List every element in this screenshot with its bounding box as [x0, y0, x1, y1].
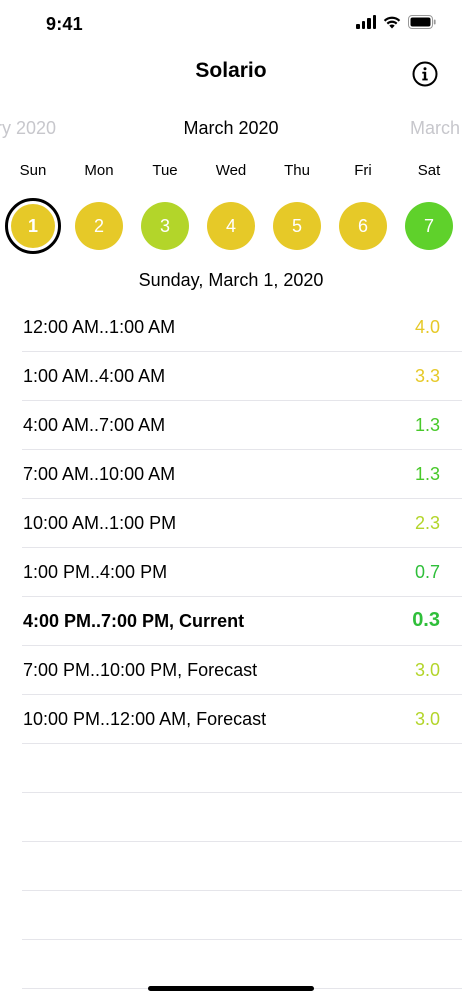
wifi-icon [383, 15, 401, 29]
empty-list-row [0, 793, 462, 842]
weekday-header: Sun Mon Tue Wed Thu Fri Sat [0, 162, 462, 184]
day-button[interactable]: 2 [75, 202, 123, 250]
list-item[interactable]: 7:00 PM..10:00 PM, Forecast 3.0 [0, 646, 462, 695]
time-range-label: 4:00 AM..7:00 AM [23, 415, 166, 435]
page-title: Solario [195, 59, 267, 82]
uv-index-value: 1.3 [414, 415, 440, 435]
uv-index-value: 2.3 [414, 513, 440, 533]
day-number: 7 [423, 215, 434, 236]
day-number: 4 [225, 215, 236, 236]
list-item[interactable]: 12:00 AM..1:00 AM 4.0 [0, 303, 462, 352]
time-range-label: 12:00 AM..1:00 AM [23, 317, 176, 337]
day-number: 1 [11, 204, 55, 248]
month-picker[interactable]: ry 2020 March 2020 March [0, 116, 462, 142]
empty-list-row [0, 891, 462, 940]
day-selector: 1 2 3 4 5 6 7 [0, 198, 462, 254]
time-range-label: 4:00 PM..7:00 PM, Current [23, 611, 245, 631]
weekday-label: Sat [417, 162, 441, 179]
weekday-label: Wed [215, 162, 247, 179]
weekday-label: Fri [354, 162, 372, 179]
status-time: 9:41 [46, 14, 83, 34]
home-indicator[interactable] [148, 986, 314, 991]
info-circle-icon[interactable] [412, 61, 438, 87]
uv-index-value: 1.3 [414, 464, 440, 484]
uv-index-value: 0.7 [414, 562, 440, 582]
day-button[interactable]: 4 [207, 202, 255, 250]
day-button[interactable]: 3 [141, 202, 189, 250]
uv-index-value: 3.0 [414, 660, 440, 680]
weekday-label: Tue [152, 162, 178, 179]
empty-list-row [0, 744, 462, 793]
uv-index-value: 3.3 [414, 366, 440, 386]
day-button[interactable]: 1 [5, 198, 61, 254]
uv-index-value: 3.0 [414, 709, 440, 729]
day-number: 5 [291, 215, 302, 236]
list-item[interactable]: 10:00 AM..1:00 PM 2.3 [0, 499, 462, 548]
day-button[interactable]: 6 [339, 202, 387, 250]
list-item[interactable]: 7:00 AM..10:00 AM 1.3 [0, 450, 462, 499]
weekday-label: Thu [284, 162, 310, 179]
current-month: March 2020 [183, 118, 279, 138]
empty-list-row [0, 940, 462, 989]
cellular-signal-icon [356, 15, 376, 29]
battery-icon [408, 15, 436, 29]
time-range-label: 1:00 PM..4:00 PM [23, 562, 168, 582]
day-number: 2 [93, 215, 104, 236]
list-item[interactable]: 1:00 AM..4:00 AM 3.3 [0, 352, 462, 401]
time-range-label: 10:00 AM..1:00 PM [23, 513, 177, 533]
status-bar: 9:41 [0, 0, 462, 50]
time-range-label: 7:00 PM..10:00 PM, Forecast [23, 660, 258, 680]
list-item[interactable]: 4:00 AM..7:00 AM 1.3 [0, 401, 462, 450]
list-item[interactable]: 1:00 PM..4:00 PM 0.7 [0, 548, 462, 597]
navigation-bar: Solario [0, 50, 462, 96]
empty-list-row [0, 842, 462, 891]
weekday-label: Mon [84, 162, 114, 179]
day-button[interactable]: 5 [273, 202, 321, 250]
day-number: 6 [357, 215, 368, 236]
uv-index-value: 4.0 [414, 317, 440, 337]
day-button[interactable]: 7 [405, 202, 453, 250]
time-range-label: 1:00 AM..4:00 AM [23, 366, 166, 386]
hourly-list: 12:00 AM..1:00 AM 4.0 1:00 AM..4:00 AM 3.3 4… [0, 303, 462, 989]
time-range-label: 10:00 PM..12:00 AM, Forecast [23, 709, 267, 729]
next-month[interactable]: March [410, 118, 460, 139]
uv-index-value: 0.3 [412, 609, 440, 631]
status-icons [356, 15, 436, 29]
day-number: 3 [159, 215, 170, 236]
time-range-label: 7:00 AM..10:00 AM [23, 464, 176, 484]
list-item[interactable]: 4:00 PM..7:00 PM, Current 0.3 [0, 597, 462, 646]
selected-date-heading: Sunday, March 1, 2020 [138, 270, 324, 290]
weekday-label: Sun [19, 162, 47, 179]
list-item[interactable]: 10:00 PM..12:00 AM, Forecast 3.0 [0, 695, 462, 744]
